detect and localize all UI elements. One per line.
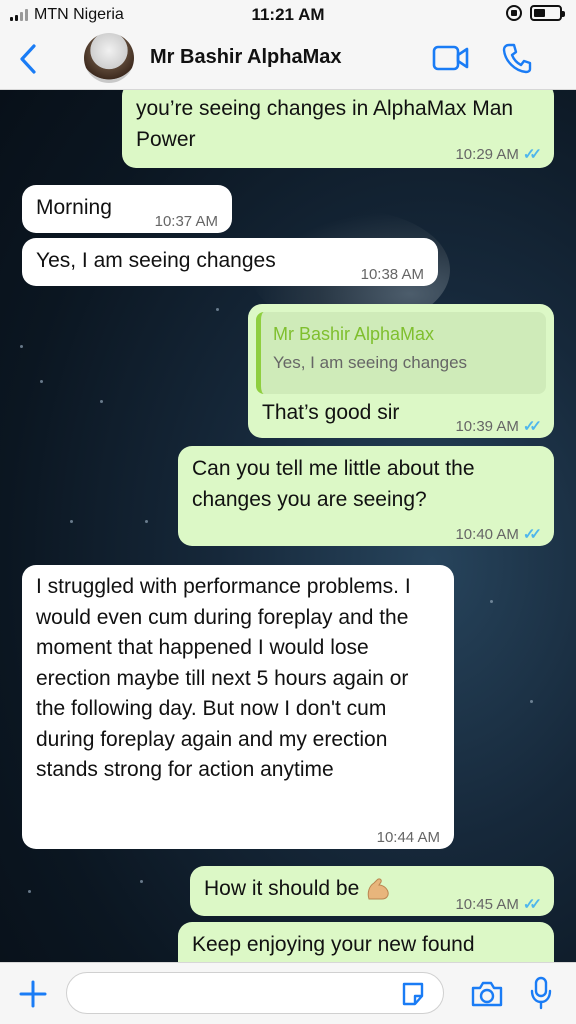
chevron-left-icon <box>20 44 36 74</box>
message-bubble-outgoing[interactable]: How it should be 10:45 AM ✓✓ <box>190 866 554 916</box>
video-call-button[interactable] <box>432 45 470 71</box>
back-button[interactable] <box>14 42 44 76</box>
message-time: 10:39 AM <box>455 418 519 435</box>
message-text: That’s good sir <box>262 401 400 424</box>
quote-text: Yes, I am seeing changes <box>273 353 468 372</box>
chat-header: MTN Nigeria 11:21 AM Mr Bashir AlphaMax <box>0 0 576 90</box>
star <box>40 380 43 383</box>
message-input-bar <box>0 962 576 1024</box>
chat-nav: Mr Bashir AlphaMax <box>0 32 576 88</box>
message-meta: 10:29 AM ✓✓ <box>455 140 542 171</box>
microphone-button[interactable] <box>529 976 553 1010</box>
star <box>100 400 103 403</box>
message-text: I struggled with performance problems. I… <box>36 575 411 781</box>
voice-call-button[interactable] <box>502 42 532 74</box>
read-receipt-icon: ✓✓ <box>522 896 542 913</box>
message-time: 10:38 AM <box>360 266 424 283</box>
message-bubble-incoming[interactable]: Yes, I am seeing changes 10:38 AM <box>22 238 438 286</box>
message-text: Keep enjoying your new found <box>192 933 475 956</box>
message-bubble-incoming[interactable]: Morning 10:37 AM <box>22 185 232 233</box>
microphone-icon <box>530 976 552 1010</box>
message-bubble-outgoing[interactable]: Can you tell me little about the changes… <box>178 446 554 546</box>
quote-author: Mr Bashir AlphaMax <box>273 324 435 344</box>
message-meta: 10:39 AM ✓✓ <box>455 412 542 443</box>
star <box>530 700 533 703</box>
message-text: How it should be <box>204 877 360 900</box>
plus-icon <box>19 980 47 1008</box>
message-meta: 10:40 AM ✓✓ <box>455 520 542 551</box>
message-time: 10:44 AM <box>376 829 440 846</box>
read-receipt-icon: ✓✓ <box>522 146 542 163</box>
message-time: 10:29 AM <box>455 146 519 163</box>
star <box>140 880 143 883</box>
star <box>490 600 493 603</box>
rotation-lock-icon <box>506 5 522 21</box>
star <box>145 520 148 523</box>
message-meta: 10:45 AM ✓✓ <box>455 890 542 921</box>
sticker-icon <box>402 982 424 1006</box>
contact-avatar[interactable] <box>84 33 134 83</box>
read-receipt-icon: ✓✓ <box>522 418 542 435</box>
contact-name[interactable]: Mr Bashir AlphaMax <box>150 46 342 69</box>
message-meta: 10:38 AM <box>361 260 424 291</box>
message-time: 10:37 AM <box>154 213 218 230</box>
sticker-button[interactable] <box>400 981 426 1007</box>
message-time: 10:45 AM <box>455 896 519 913</box>
status-bar: MTN Nigeria 11:21 AM <box>0 0 576 32</box>
message-bubble-incoming[interactable]: I struggled with performance problems. I… <box>22 565 454 849</box>
camera-button[interactable] <box>470 980 504 1008</box>
battery-icon <box>530 5 565 21</box>
message-text: Can you tell me little about the changes… <box>192 457 475 511</box>
phone-icon <box>502 43 532 74</box>
quoted-reply[interactable]: Mr Bashir AlphaMax Yes, I am seeing chan… <box>256 312 546 394</box>
status-icons <box>506 5 565 21</box>
camera-icon <box>471 981 503 1007</box>
star <box>216 308 219 311</box>
message-bubble-outgoing[interactable]: you’re seeing changes in AlphaMax Man Po… <box>122 82 554 168</box>
flexed-biceps-icon <box>367 878 389 900</box>
message-bubble-outgoing[interactable]: Mr Bashir AlphaMax Yes, I am seeing chan… <box>248 304 554 438</box>
status-time: 11:21 AM <box>251 5 325 24</box>
message-meta: 10:44 AM <box>377 823 440 854</box>
message-meta: 10:37 AM <box>155 207 218 238</box>
star <box>70 520 73 523</box>
video-camera-icon <box>432 45 469 71</box>
message-time: 10:40 AM <box>455 526 519 543</box>
star <box>28 890 31 893</box>
attach-button[interactable] <box>18 979 48 1009</box>
message-input[interactable] <box>66 972 444 1014</box>
star <box>20 345 23 348</box>
read-receipt-icon: ✓✓ <box>522 526 542 543</box>
